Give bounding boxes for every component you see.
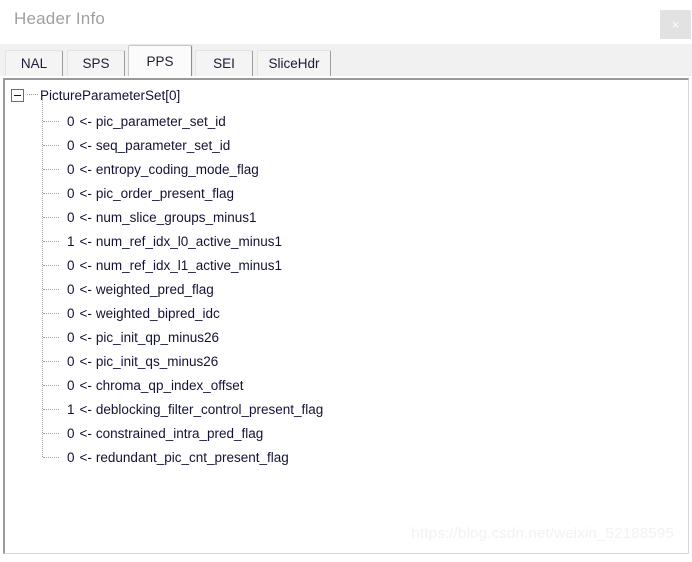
tree-guide-stub-icon <box>43 241 59 242</box>
tree-item-field: chroma_qp_index_offset <box>95 377 244 393</box>
assignment-arrow-icon: <- <box>79 113 92 129</box>
tree-item-field: pic_init_qp_minus26 <box>95 329 219 345</box>
tree-guide-stub-icon <box>43 289 59 290</box>
tree-item-pic-init-qp-minus26[interactable]: 0 <- pic_init_qp_minus26 <box>67 326 219 348</box>
tree-item-field: num_ref_idx_l0_active_minus1 <box>95 233 283 249</box>
close-icon: × <box>671 17 680 32</box>
assignment-arrow-icon: <- <box>79 185 92 201</box>
tree-guide-stub-icon <box>43 145 59 146</box>
tree-guide-stub-icon <box>43 217 59 218</box>
assignment-arrow-icon: <- <box>79 233 92 249</box>
assignment-arrow-icon: <- <box>79 329 92 345</box>
tree-root-row[interactable]: PictureParameterSet[0] <box>11 84 180 106</box>
tree-item-num-slice-groups-minus1[interactable]: 0 <- num_slice_groups_minus1 <box>67 206 257 228</box>
tree-item-pic-init-qs-minus26[interactable]: 0 <- pic_init_qs_minus26 <box>67 350 218 372</box>
assignment-arrow-icon: <- <box>79 137 92 153</box>
tab-sps[interactable]: SPS <box>67 50 125 76</box>
tree-guide-stub-icon <box>43 337 59 338</box>
assignment-arrow-icon: <- <box>79 305 92 321</box>
tree-item-entropy-coding-mode-flag[interactable]: 0 <- entropy_coding_mode_flag <box>67 158 259 180</box>
assignment-arrow-icon: <- <box>79 353 92 369</box>
tree-item-value: 0 <box>67 257 75 273</box>
tree-item-value: 0 <box>67 377 75 393</box>
assignment-arrow-icon: <- <box>79 257 92 273</box>
tree-guide-stub-icon <box>43 385 59 386</box>
assignment-arrow-icon: <- <box>79 281 92 297</box>
tree-item-chroma-qp-index-offset[interactable]: 0 <- chroma_qp_index_offset <box>67 374 244 396</box>
tree-item-value: 0 <box>67 353 75 369</box>
assignment-arrow-icon: <- <box>79 161 92 177</box>
tree-item-value: 0 <box>67 281 75 297</box>
tree-item-value: 0 <box>67 329 75 345</box>
tree-root-label: PictureParameterSet[0] <box>40 87 181 103</box>
tree-item-value: 0 <box>67 137 75 153</box>
tree-item-pic-order-present-flag[interactable]: 0 <- pic_order_present_flag <box>67 182 234 204</box>
tree-guide-stub-icon <box>43 361 59 362</box>
tab-sei[interactable]: SEI <box>195 50 253 76</box>
tab-label: SEI <box>213 56 235 71</box>
tree-item-field: deblocking_filter_control_present_flag <box>95 401 324 417</box>
tab-label: SPS <box>82 56 110 71</box>
tree-item-field: entropy_coding_mode_flag <box>95 161 259 177</box>
tree-guide-stub-icon <box>43 265 59 266</box>
tree-guide-stub-icon <box>43 433 59 434</box>
tree-guide-stub-icon <box>43 193 59 194</box>
tree-item-constrained-intra-pred-flag[interactable]: 0 <- constrained_intra_pred_flag <box>67 422 263 444</box>
collapse-expander-icon[interactable] <box>11 88 24 102</box>
assignment-arrow-icon: <- <box>79 425 92 441</box>
assignment-arrow-icon: <- <box>79 377 92 393</box>
tree-item-pic-parameter-set-id[interactable]: 0 <- pic_parameter_set_id <box>67 110 226 132</box>
assignment-arrow-icon: <- <box>79 449 92 465</box>
page-title: Header Info <box>14 9 106 28</box>
tree-item-field: num_slice_groups_minus1 <box>95 209 257 225</box>
tree-item-field: seq_parameter_set_id <box>95 137 231 153</box>
tree-item-field: pic_parameter_set_id <box>95 113 226 129</box>
tab-nal[interactable]: NAL <box>5 50 63 76</box>
tab-label: NAL <box>20 56 48 71</box>
tree-item-num-ref-idx-l1-active-minus1[interactable]: 0 <- num_ref_idx_l1_active_minus1 <box>67 254 282 276</box>
tree-item-value: 0 <box>67 305 75 321</box>
tree-item-field: pic_init_qs_minus26 <box>95 353 219 369</box>
tab-strip: NAL SPS PPS SEI SliceHdr <box>0 44 692 76</box>
tree-item-value: 0 <box>67 113 75 129</box>
tree-item-value: 0 <box>67 185 75 201</box>
tree-item-field: weighted_pred_flag <box>95 281 214 297</box>
assignment-arrow-icon: <- <box>79 209 92 225</box>
tree-item-field: pic_order_present_flag <box>95 185 234 201</box>
tree-item-field: num_ref_idx_l1_active_minus1 <box>95 257 283 273</box>
tree-item-value: 1 <box>67 233 75 249</box>
tree-item-redundant-pic-cnt-present-flag[interactable]: 0 <- redundant_pic_cnt_present_flag <box>67 446 289 468</box>
tree-item-value: 0 <box>67 161 75 177</box>
title-bar: Header Info × <box>0 0 692 44</box>
assignment-arrow-icon: <- <box>79 401 92 417</box>
tree-item-weighted-pred-flag[interactable]: 0 <- weighted_pred_flag <box>67 278 214 300</box>
tree-item-value: 1 <box>67 401 75 417</box>
tab-label: SliceHdr <box>268 56 320 71</box>
tree-item-value: 0 <box>67 425 75 441</box>
tree-guide-line-icon <box>42 98 43 457</box>
tree-connector-icon <box>27 94 38 96</box>
tree-item-field: constrained_intra_pred_flag <box>95 425 264 441</box>
header-info-window: Header Info × NAL SPS PPS SEI SliceHdr Pictu… <box>0 0 692 562</box>
tab-label: PPS <box>146 53 174 69</box>
tree-item-deblocking-filter-control-present-flag[interactable]: 1 <- deblocking_filter_control_present_fla… <box>67 398 323 420</box>
tree-guide-stub-icon <box>43 409 59 410</box>
tree-panel: PictureParameterSet[0] 0 <- pic_parameter_… <box>3 78 689 554</box>
tree-guide-stub-icon <box>43 121 59 122</box>
tree-item-value: 0 <box>67 449 75 465</box>
tree-guide-stub-icon <box>43 169 59 170</box>
tree-guide-stub-icon <box>43 313 59 314</box>
tree-guide-stub-icon <box>43 457 59 458</box>
watermark-text: https://blog.csdn.net/weixin_52188595 <box>411 525 674 542</box>
tree-item-num-ref-idx-l0-active-minus1[interactable]: 1 <- num_ref_idx_l0_active_minus1 <box>67 230 282 252</box>
tree-item-value: 0 <box>67 209 75 225</box>
tab-slicehdr[interactable]: SliceHdr <box>257 50 331 76</box>
tab-pps[interactable]: PPS <box>128 45 192 76</box>
tree-item-weighted-bipred-idc[interactable]: 0 <- weighted_bipred_idc <box>67 302 220 324</box>
tree-item-field: weighted_bipred_idc <box>95 305 220 321</box>
tree-item-seq-parameter-set-id[interactable]: 0 <- seq_parameter_set_id <box>67 134 230 156</box>
tree-item-field: redundant_pic_cnt_present_flag <box>95 449 289 465</box>
close-button[interactable]: × <box>660 10 691 39</box>
